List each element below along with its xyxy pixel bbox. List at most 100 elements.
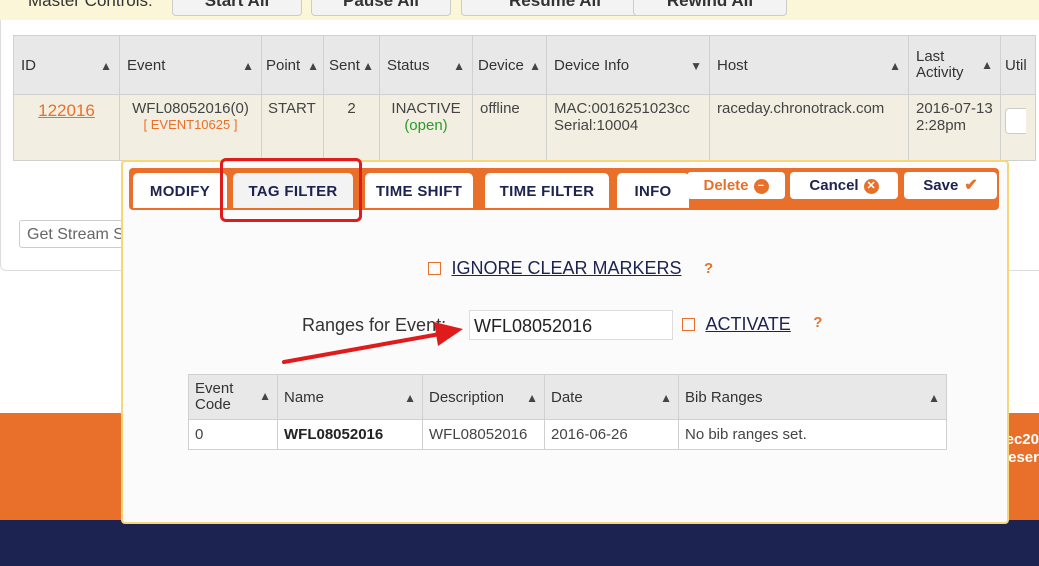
- column-header-id[interactable]: ID ▲︎: [13, 35, 120, 95]
- tab-time-shift[interactable]: TIME SHIFT: [365, 173, 473, 208]
- device-mac: MAC:0016251023cc: [554, 100, 690, 117]
- device-serial: Serial:10004: [554, 117, 639, 134]
- table-row: 122016 WFL08052016(0) [ EVENT10625 ] STA…: [13, 94, 1036, 161]
- column-header-sent[interactable]: Sent ▲: [323, 35, 380, 95]
- status-sub: (open): [404, 117, 448, 134]
- minus-icon: −: [753, 178, 769, 194]
- table-header-row: ▲ Event Code Name ▲ Description ▲ Date ▲ Bib…: [188, 374, 947, 420]
- column-label: Device Info: [554, 56, 630, 74]
- sort-icon[interactable]: ▲: [981, 57, 993, 73]
- util-button[interactable]: [1005, 108, 1026, 134]
- delete-button[interactable]: Delete −: [687, 172, 785, 199]
- cancel-button[interactable]: Cancel ✕: [790, 172, 898, 199]
- last-activity-value: 2016-07-13 2:28pm: [916, 100, 993, 134]
- column-header-event[interactable]: Event ▲: [119, 35, 262, 95]
- footer-text-2: eser: [1008, 449, 1039, 466]
- column-label: Status: [387, 56, 430, 74]
- sort-icon[interactable]: ▲: [242, 59, 254, 73]
- master-controls-label: Master Controls:: [28, 0, 153, 10]
- cell-last-activity: 2016-07-13 2:28pm: [908, 94, 1001, 161]
- close-icon: ✕: [863, 178, 879, 194]
- cell-date: 2016-06-26: [544, 419, 679, 450]
- event-name: WFL08052016(0): [132, 100, 249, 117]
- sort-desc-icon[interactable]: ▼: [690, 59, 702, 73]
- ignore-clear-markers-checkbox[interactable]: [428, 262, 441, 275]
- tab-modify[interactable]: MODIFY: [133, 173, 227, 208]
- cell-event: WFL08052016(0) [ EVENT10625 ]: [119, 94, 262, 161]
- sort-icon[interactable]: ▲: [259, 388, 271, 404]
- sort-icon[interactable]: ▲: [453, 59, 465, 73]
- master-controls-bar: Master Controls: Start All Pause All Res…: [0, 0, 1039, 20]
- sort-icon[interactable]: ▲︎: [100, 59, 112, 73]
- column-label: Event Code: [195, 380, 234, 413]
- delete-label: Delete: [703, 177, 749, 194]
- column-label: Device: [478, 56, 524, 74]
- sort-icon[interactable]: ▲: [404, 391, 416, 405]
- devices-table: ID ▲︎ Event ▲ Point ▲ Sent ▲ Status ▲ Device ▲…: [13, 35, 1036, 161]
- status-value: INACTIVE: [391, 100, 461, 117]
- column-header-device-info[interactable]: Device Info ▼: [546, 35, 710, 95]
- sort-icon[interactable]: ▲: [529, 59, 541, 73]
- table-header-row: ID ▲︎ Event ▲ Point ▲ Sent ▲ Status ▲ Device ▲…: [13, 35, 1036, 95]
- ranges-label: Ranges for Event:: [302, 315, 447, 335]
- activate-row: ACTIVATE ?: [682, 314, 822, 335]
- table-row: 0 WFL08052016 WFL08052016 2016-06-26 No …: [188, 419, 947, 450]
- column-header-name[interactable]: Name ▲: [277, 374, 423, 420]
- column-label: Event: [127, 56, 166, 74]
- column-label: Util: [1005, 56, 1027, 74]
- column-label: Last Activity: [916, 48, 964, 81]
- column-header-point[interactable]: Point ▲: [261, 35, 324, 95]
- column-label: Name: [284, 388, 325, 406]
- sort-icon[interactable]: ▲: [362, 59, 374, 73]
- highlight-box: [220, 158, 362, 222]
- cell-bib-ranges: No bib ranges set.: [678, 419, 947, 450]
- save-label: Save: [923, 177, 959, 194]
- sort-icon[interactable]: ▲: [928, 391, 940, 405]
- column-header-description[interactable]: Description ▲: [422, 374, 545, 420]
- pause-all-button[interactable]: Pause All: [311, 0, 451, 16]
- column-header-bib-ranges[interactable]: Bib Ranges ▲: [678, 374, 947, 420]
- cell-id: 122016: [13, 94, 120, 161]
- start-all-button[interactable]: Start All: [172, 0, 302, 16]
- footer-text-1: ec20: [1005, 431, 1039, 448]
- cancel-label: Cancel: [809, 177, 859, 194]
- column-label: Date: [551, 388, 583, 406]
- save-button[interactable]: Save ✔: [904, 172, 997, 199]
- ignore-clear-markers-label[interactable]: IGNORE CLEAR MARKERS: [451, 258, 681, 278]
- cell-description: WFL08052016: [422, 419, 545, 450]
- get-stream-select[interactable]: Get Stream S: [19, 220, 129, 248]
- event-code: [ EVENT10625 ]: [143, 117, 238, 132]
- column-header-status[interactable]: Status ▲: [379, 35, 473, 95]
- resume-all-button[interactable]: Resume All: [461, 0, 649, 16]
- cell-event-code: 0: [188, 419, 278, 450]
- sort-icon[interactable]: ▲: [889, 59, 901, 73]
- sent-value: 2: [347, 100, 356, 117]
- column-header-date[interactable]: Date ▲: [544, 374, 679, 420]
- column-header-host[interactable]: Host ▲: [709, 35, 909, 95]
- cell-util: [1000, 94, 1036, 161]
- tab-info[interactable]: INFO: [617, 173, 689, 208]
- help-icon[interactable]: ?: [813, 314, 822, 331]
- column-label: Host: [717, 56, 748, 74]
- sort-icon[interactable]: ▲: [307, 59, 319, 73]
- tab-time-filter[interactable]: TIME FILTER: [485, 173, 609, 208]
- point-value: START: [268, 100, 316, 117]
- column-header-device[interactable]: Device ▲: [472, 35, 547, 95]
- column-label: Description: [429, 388, 505, 406]
- column-header-event-code[interactable]: ▲ Event Code: [188, 374, 278, 420]
- column-header-util[interactable]: Util: [1000, 35, 1036, 95]
- device-id-link[interactable]: 122016: [21, 101, 112, 121]
- sort-icon[interactable]: ▲: [660, 391, 672, 405]
- column-header-last-activity[interactable]: ▲ Last Activity: [908, 35, 1001, 95]
- ranges-event-input[interactable]: WFL08052016: [469, 310, 673, 340]
- rewind-all-button[interactable]: Rewind All: [633, 0, 787, 16]
- cell-status: INACTIVE (open): [379, 94, 473, 161]
- column-label: Sent: [329, 56, 360, 74]
- cell-sent: 2: [323, 94, 380, 161]
- activate-checkbox[interactable]: [682, 318, 695, 331]
- activate-label[interactable]: ACTIVATE: [705, 314, 790, 334]
- sort-icon[interactable]: ▲: [526, 391, 538, 405]
- help-icon[interactable]: ?: [704, 260, 713, 277]
- footer-bottom-bar: [0, 520, 1039, 566]
- column-label: Point: [266, 56, 301, 74]
